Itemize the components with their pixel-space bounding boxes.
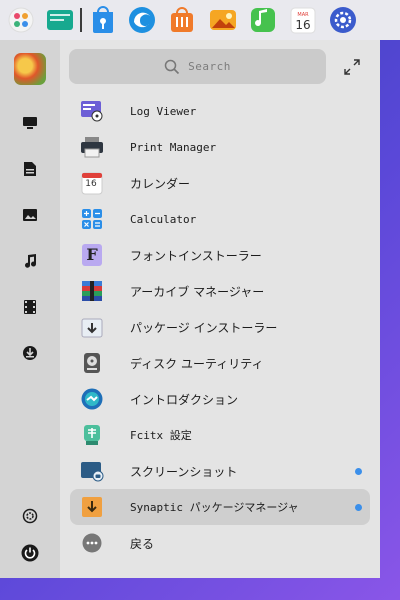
picture-icon[interactable]: [18, 203, 42, 227]
list-item[interactable]: Calculator: [70, 201, 370, 237]
top-dock: MAR 16: [0, 0, 400, 40]
more-icon: [80, 531, 104, 555]
fullscreen-toggle-icon[interactable]: [342, 57, 362, 77]
app-label: Print Manager: [130, 140, 217, 154]
new-app-indicator: [355, 503, 362, 511]
fcitx-settings-icon: [80, 423, 104, 447]
package-installer-icon: [80, 315, 104, 339]
dock-separator: [80, 8, 82, 32]
browser-icon[interactable]: [127, 5, 157, 35]
category-rail: [0, 40, 60, 578]
list-item[interactable]: アーカイブ マネージャー: [70, 273, 370, 309]
list-item[interactable]: F フォントインストーラー: [70, 237, 370, 273]
app-launcher: Search Log Viewer Print Manager 16 カレンダー: [0, 40, 380, 578]
font-glyph: F: [86, 245, 98, 264]
download-icon[interactable]: [18, 341, 42, 365]
app-label: Log Viewer: [130, 104, 197, 118]
app-label: Fcitx 設定: [130, 429, 192, 442]
calendar-day: 16: [85, 179, 97, 189]
calculator-icon: [80, 207, 104, 231]
list-item[interactable]: 16 カレンダー: [70, 165, 370, 201]
music-note-icon[interactable]: [18, 249, 42, 273]
video-icon[interactable]: [18, 295, 42, 319]
music-player-icon[interactable]: [248, 5, 278, 35]
back-label: 戻る: [130, 536, 155, 551]
app-label: Synaptic パッケージマネージャ: [130, 501, 299, 514]
back-button[interactable]: 戻る: [70, 525, 370, 561]
app-store-icon[interactable]: [88, 5, 118, 35]
search-icon: [164, 59, 180, 74]
settings-icon[interactable]: [328, 5, 358, 35]
svg-text:16: 16: [295, 18, 310, 32]
app-label: スクリーンショット: [130, 464, 238, 479]
app-label: イントロダクション: [130, 392, 239, 407]
search-input[interactable]: Search: [69, 49, 326, 84]
calendar-icon[interactable]: MAR 16: [288, 5, 318, 35]
image-viewer-icon[interactable]: [208, 5, 238, 35]
app-label: フォントインストーラー: [130, 248, 262, 263]
list-item[interactable]: Log Viewer: [70, 93, 370, 129]
synaptic-icon: [80, 495, 104, 519]
list-item[interactable]: Synaptic パッケージマネージャ: [70, 489, 370, 525]
list-item[interactable]: パッケージ インストーラー: [70, 309, 370, 345]
app-label: アーカイブ マネージャー: [130, 284, 265, 299]
calendar-app-icon: 16: [80, 171, 104, 195]
file-manager-icon[interactable]: [45, 5, 75, 35]
power-icon[interactable]: [18, 541, 42, 565]
control-center-icon[interactable]: [18, 504, 42, 528]
log-viewer-icon: [80, 99, 104, 123]
app-list: Log Viewer Print Manager 16 カレンダー Calcul…: [70, 93, 370, 561]
screenshot-icon: [80, 459, 104, 483]
disk-utility-icon: [80, 351, 104, 375]
list-item[interactable]: イントロダクション: [70, 381, 370, 417]
list-item[interactable]: Print Manager: [70, 129, 370, 165]
document-icon[interactable]: [18, 157, 42, 181]
launcher-app-icon[interactable]: [6, 5, 36, 35]
new-app-indicator: [355, 467, 362, 475]
avatar[interactable]: [14, 53, 46, 85]
font-installer-icon: F: [80, 243, 104, 267]
app-label: Calculator: [130, 212, 197, 226]
shopping-bag-icon[interactable]: [167, 5, 197, 35]
list-item[interactable]: スクリーンショット: [70, 453, 370, 489]
list-item[interactable]: ディスク ユーティリティ: [70, 345, 370, 381]
app-label: ディスク ユーティリティ: [130, 356, 264, 371]
introduction-icon: [80, 387, 104, 411]
printer-icon: [80, 135, 104, 159]
archive-manager-icon: [80, 279, 104, 303]
app-label: カレンダー: [130, 176, 191, 191]
search-placeholder: Search: [188, 60, 231, 73]
desktop-icon[interactable]: [18, 111, 42, 135]
app-label: パッケージ インストーラー: [130, 320, 278, 335]
list-item[interactable]: Fcitx 設定: [70, 417, 370, 453]
